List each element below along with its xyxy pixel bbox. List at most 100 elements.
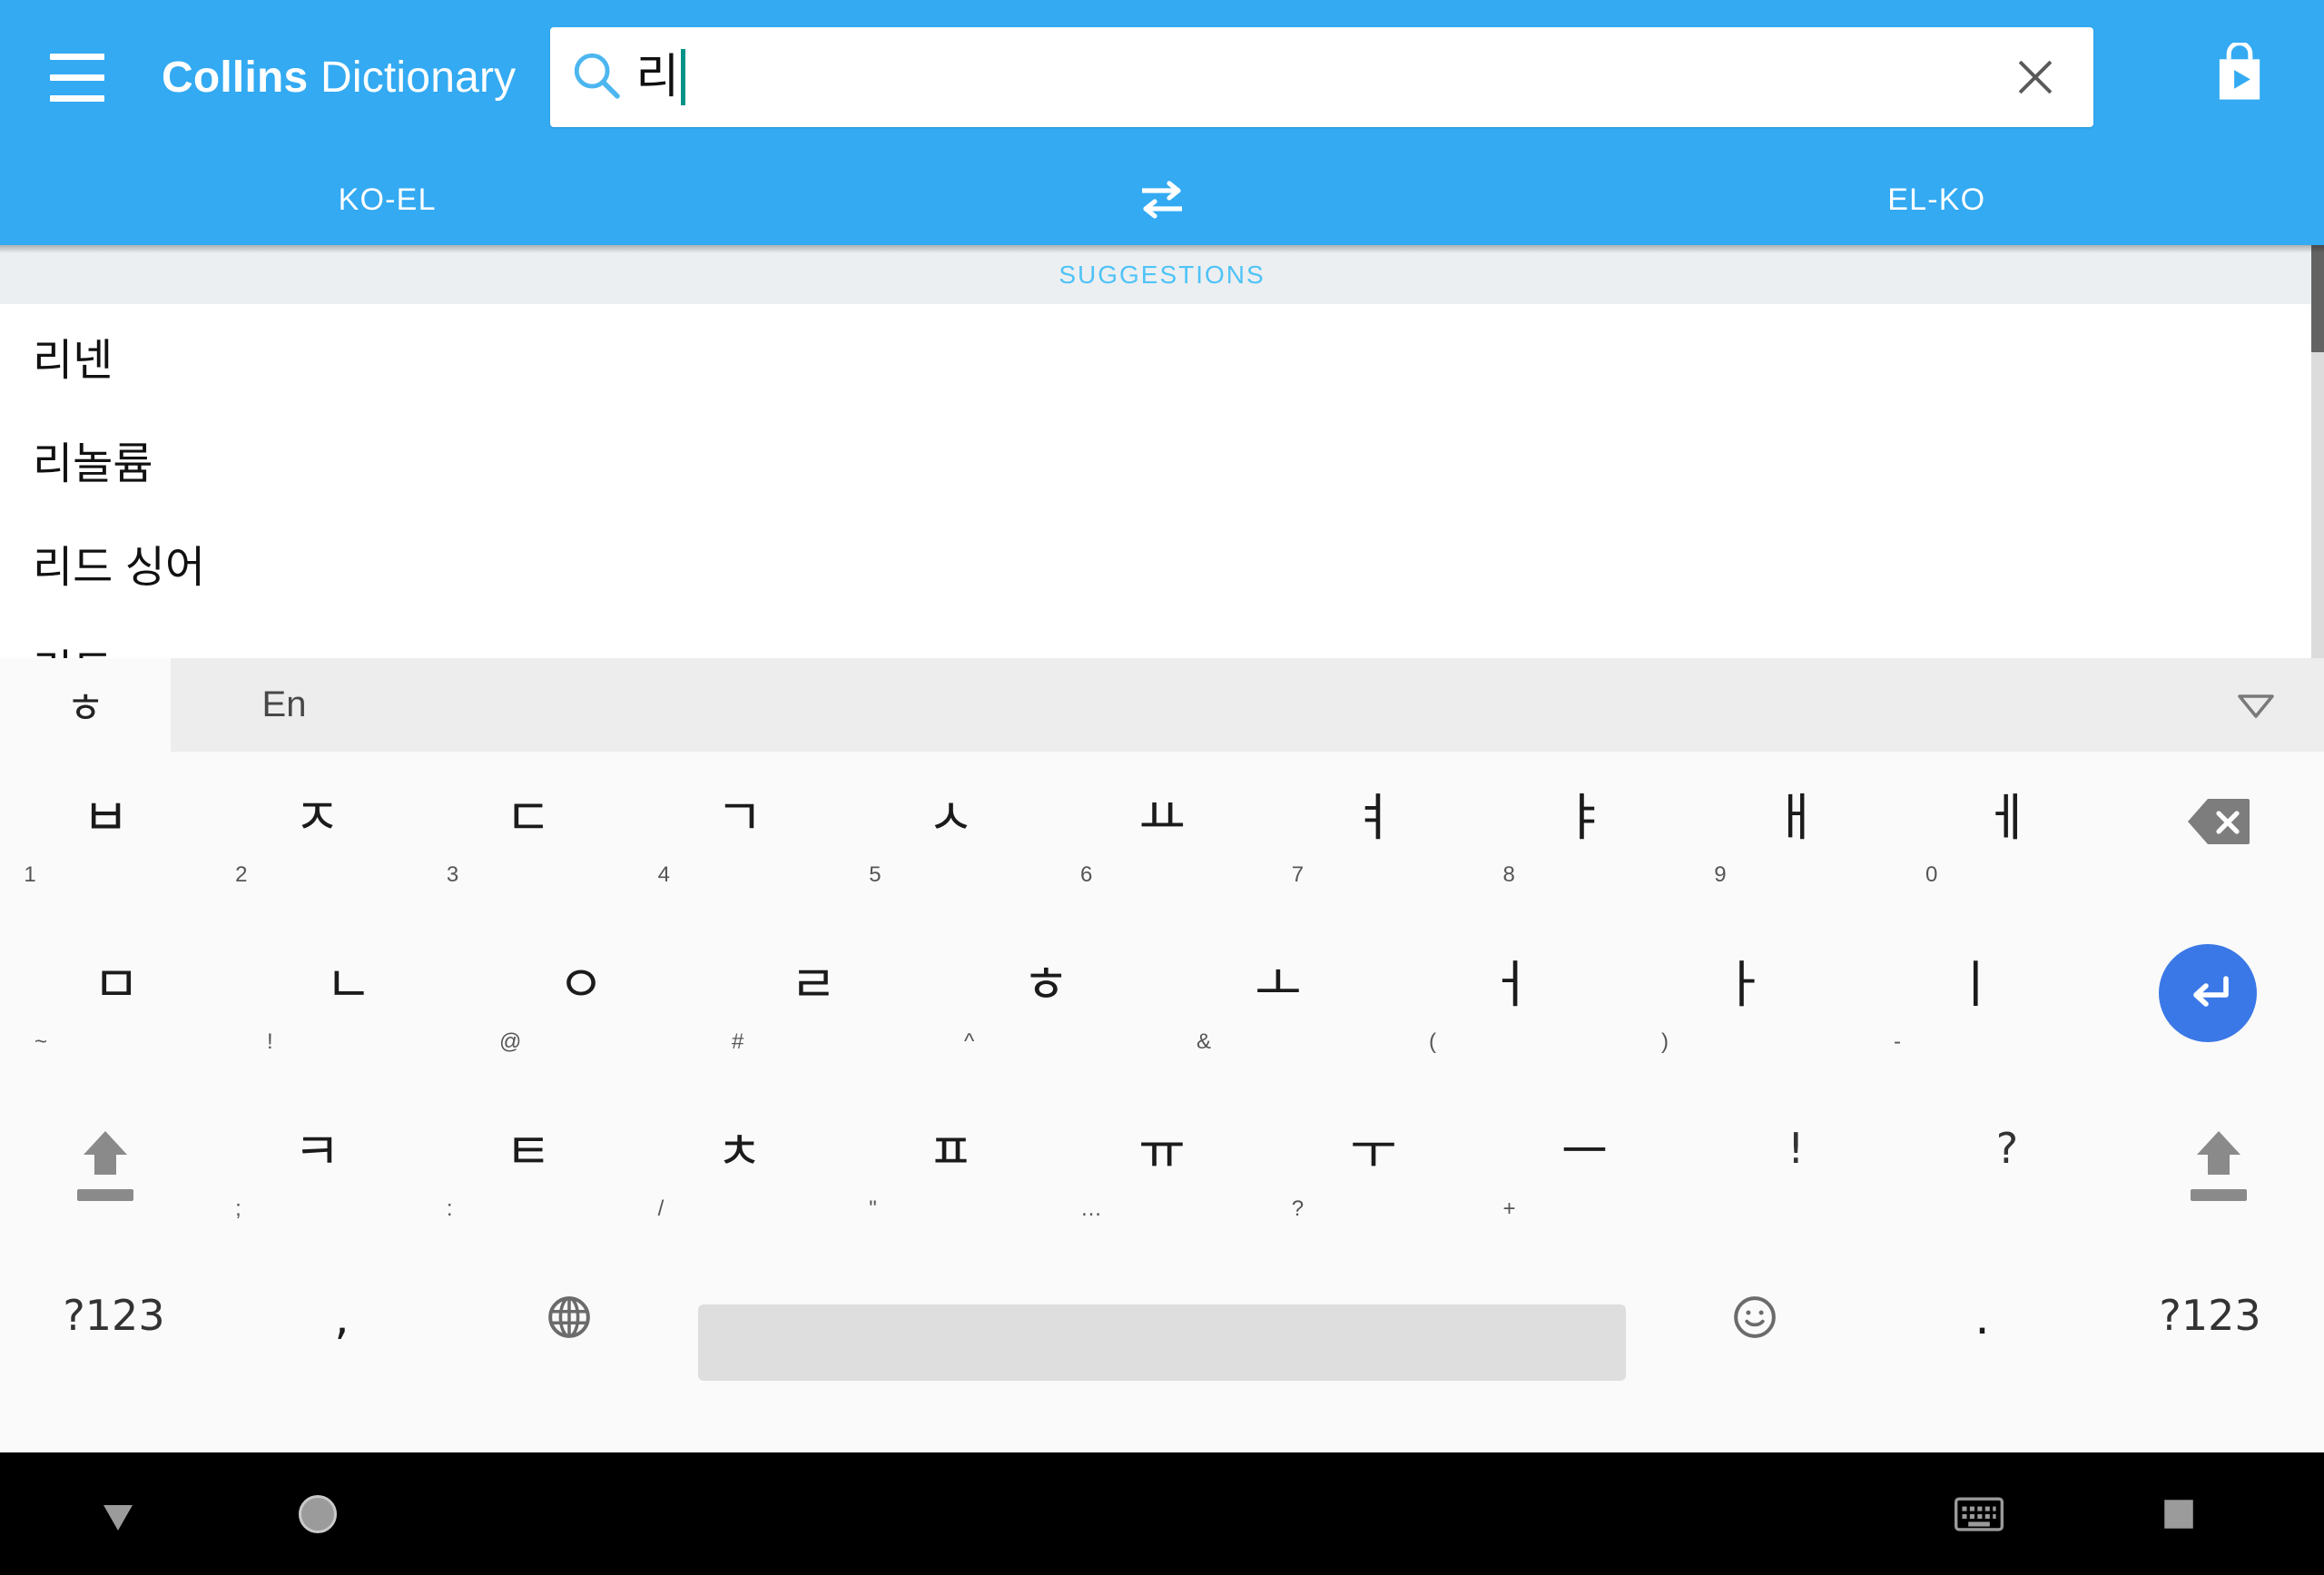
key-alt-label: " (869, 1196, 877, 1221)
keyboard-row-1: ㅂ 1 ㅈ 2 ㄷ 3 ㄱ 4 ㅅ 5 ㅛ 6 ㅕ 7 ㅑ 8 ㅐ 9 ㅔ 0 (0, 757, 2324, 924)
chevron-down-triangle-icon[interactable] (2188, 658, 2324, 752)
key-glyph: ㅔ (1984, 789, 2031, 848)
key-ieung[interactable]: ㅇ @ (465, 924, 697, 1091)
key-ae[interactable]: ㅐ 9 (1690, 757, 1902, 924)
key-nieun[interactable]: ㄴ ! (232, 924, 465, 1091)
key-ya[interactable]: ㅑ 8 (1479, 757, 1690, 924)
key-pieup[interactable]: ㅍ " (845, 1091, 1057, 1258)
key-glyph: ㅂ (82, 789, 130, 848)
key-mieum[interactable]: ㅁ ~ (0, 924, 232, 1091)
key-glyph: ㅣ (1952, 956, 1999, 1015)
symbols-left-key[interactable]: ?123 (0, 1258, 228, 1409)
app-title-bold: Collins (162, 53, 309, 102)
key-glyph: ?123 (2159, 1291, 2261, 1340)
key-glyph: ㄱ (715, 789, 763, 848)
key-glyph: ㅅ (927, 789, 975, 848)
language-globe-key[interactable] (456, 1258, 684, 1409)
key-alt-label: 8 (1502, 862, 1515, 887)
keyboard-icon[interactable] (1915, 1496, 2043, 1532)
key-alt-label: 0 (1925, 862, 1938, 887)
space-key[interactable] (684, 1258, 1640, 1409)
list-item[interactable]: 리드 (0, 615, 2324, 658)
key-glyph: ㅠ (1138, 1123, 1186, 1182)
symbols-right-key[interactable]: ?123 (2096, 1258, 2324, 1409)
tab-ko-el[interactable]: KO-EL (0, 182, 774, 218)
keyboard-row-2: ㅁ ~ ㄴ ! ㅇ @ ㄹ # ㅎ ^ ㅗ & ㅓ (ㅏ) ㅣ - (0, 924, 2324, 1091)
key-kieuk[interactable]: ㅋ ; (212, 1091, 423, 1258)
key-yeo[interactable]: ㅕ 7 (1267, 757, 1479, 924)
key-glyph: ㅎ (1022, 956, 1069, 1015)
app-root: Collins Dictionary 리 KO-EL EL-KO SUGGEST… (0, 0, 2324, 1575)
key-glyph: ㅏ (1719, 956, 1767, 1015)
key-alt-label: : (446, 1196, 453, 1221)
key-alt-label: … (1080, 1196, 1103, 1221)
key-chieut[interactable]: ㅊ / (634, 1091, 845, 1258)
list-item[interactable]: 리드 싱어 (0, 511, 2324, 615)
key-exclamation[interactable]: ! (1690, 1091, 1902, 1258)
keyboard-row-3: ㅋ ; ㅌ : ㅊ / ㅍ " ㅠ … ㅜ ? ㅡ + ! ? (0, 1091, 2324, 1258)
close-icon[interactable] (2010, 52, 2061, 103)
key-eu[interactable]: ㅡ + (1479, 1091, 1690, 1258)
key-glyph: ㄷ (505, 789, 552, 848)
key-alt-label: & (1196, 1029, 1212, 1054)
key-e[interactable]: ㅔ 0 (1902, 757, 2113, 924)
keyboard-toolbar: ㅎ En (0, 658, 2324, 752)
recents-square-icon[interactable] (2115, 1495, 2242, 1533)
suggestions-list: 리넨 리놀륨 리드 싱어 리드 (0, 304, 2324, 658)
shift-left-key[interactable] (0, 1091, 212, 1258)
keyboard-tab-english[interactable]: En (171, 658, 398, 752)
key-eo[interactable]: ㅓ ( (1394, 924, 1627, 1091)
home-circle-icon[interactable] (254, 1491, 381, 1538)
key-alt-label: @ (499, 1029, 522, 1054)
key-rieul[interactable]: ㄹ # (697, 924, 930, 1091)
key-alt-label: + (1502, 1196, 1516, 1221)
key-yu[interactable]: ㅠ … (1057, 1091, 1268, 1258)
period-key[interactable]: . (1868, 1258, 2096, 1409)
key-tieut[interactable]: ㅌ : (422, 1091, 634, 1258)
on-screen-keyboard: ㅎ En ㅂ 1 ㅈ 2 ㄷ 3 ㄱ 4 ㅅ 5 ㅛ 6 ㅕ 7 ㅑ 8 ㅐ 9… (0, 658, 2324, 1452)
key-digeut[interactable]: ㄷ 3 (422, 757, 634, 924)
suggestions-panel: SUGGESTIONS 리넨 리놀륨 리드 싱어 리드 (0, 245, 2324, 658)
key-bieup[interactable]: ㅂ 1 (0, 757, 212, 924)
suggestion-text: 리넨 (33, 337, 113, 385)
search-field[interactable]: 리 (550, 27, 2094, 127)
shift-right-key[interactable] (2112, 1091, 2324, 1258)
tab-el-ko[interactable]: EL-KO (1550, 182, 2324, 218)
back-down-triangle-icon[interactable] (54, 1492, 182, 1536)
key-alt-label: ! (267, 1029, 273, 1054)
scrollbar-track[interactable] (2311, 245, 2324, 658)
key-jieut[interactable]: ㅈ 2 (212, 757, 423, 924)
language-direction-bar: KO-EL EL-KO (0, 154, 2324, 245)
hamburger-bar (50, 74, 104, 81)
key-glyph: ! (1787, 1124, 1805, 1173)
key-giyeok[interactable]: ㄱ 4 (634, 757, 845, 924)
key-glyph: ㅓ (1487, 956, 1534, 1015)
swap-arrows-icon[interactable] (774, 176, 1549, 223)
key-u[interactable]: ㅜ ? (1267, 1091, 1479, 1258)
backspace-key[interactable] (2112, 757, 2324, 924)
play-store-bag-icon[interactable] (2211, 40, 2268, 113)
suggestion-text: 리드 (33, 635, 113, 658)
key-question[interactable]: ? (1902, 1091, 2113, 1258)
list-item[interactable]: 리넨 (0, 304, 2324, 408)
scrollbar-thumb[interactable] (2311, 245, 2324, 352)
key-alt-label: / (657, 1196, 665, 1221)
hamburger-menu-icon[interactable] (27, 27, 127, 127)
hamburger-bar (50, 53, 104, 60)
key-hieut[interactable]: ㅎ ^ (930, 924, 1162, 1091)
key-glyph: ㅋ (293, 1123, 340, 1182)
comma-key[interactable]: , (228, 1258, 456, 1409)
key-a[interactable]: ㅏ ) (1627, 924, 1859, 1091)
key-o[interactable]: ㅗ & (1162, 924, 1394, 1091)
list-item[interactable]: 리놀륨 (0, 408, 2324, 511)
key-siot[interactable]: ㅅ 5 (845, 757, 1057, 924)
shift-icon (77, 1127, 134, 1201)
key-glyph: ㅈ (293, 789, 340, 848)
key-yo[interactable]: ㅛ 6 (1057, 757, 1268, 924)
emoji-key[interactable] (1640, 1258, 1868, 1409)
keyboard-tab-korean[interactable]: ㅎ (0, 658, 171, 752)
key-glyph: ㅑ (1561, 789, 1609, 848)
search-input-value[interactable]: 리 (635, 49, 686, 105)
key-i[interactable]: ㅣ - (1859, 924, 2092, 1091)
enter-key[interactable] (2092, 924, 2324, 1091)
